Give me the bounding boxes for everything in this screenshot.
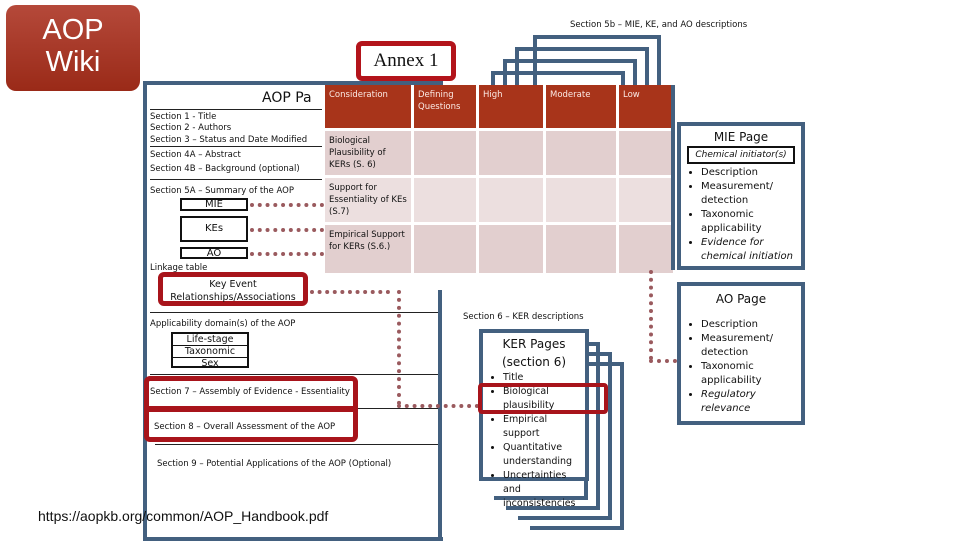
section-2: Section 2 - Authors [150, 123, 232, 133]
section-8: Section 8 – Overall Assessment of the AO… [154, 422, 336, 432]
kes-connector [250, 228, 324, 232]
consideration-table: Consideration Defining Questions High Mo… [322, 82, 676, 276]
aop-page-title: AOP Pa [262, 90, 312, 106]
ker-associations-box: Key Event Relationships/Associations [158, 272, 308, 306]
section-9: Section 9 – Potential Applications of th… [157, 459, 392, 469]
chemical-initiator-box: Chemical initiator(s) [687, 146, 795, 164]
logo-line-2: Wiki [45, 46, 101, 78]
ker-box-line-1: Key Event [209, 279, 257, 290]
mie-page: MIE Page Chemical initiator(s) Descripti… [677, 122, 805, 270]
list-item: Measurement/ detection [701, 180, 797, 208]
header-consideration: Consideration [325, 85, 411, 128]
mie-page-title: MIE Page [713, 130, 769, 144]
domain-sex: Sex [201, 358, 219, 369]
kes-box: KEs [180, 216, 248, 242]
divider [150, 109, 322, 110]
list-item: Taxonomic applicability [701, 360, 797, 388]
section-4a: Section 4A – Abstract [150, 150, 241, 160]
table-cell [479, 131, 543, 175]
handbook-url[interactable]: https://aopkb.org/common/AOP_Handbook.pd… [38, 508, 328, 524]
divider [150, 312, 438, 313]
table-cell [619, 225, 673, 273]
ao-box: AO [180, 247, 248, 259]
section-3: Section 3 – Status and Date Modified [150, 135, 308, 145]
list-item: Empirical support [503, 413, 581, 441]
table-cell [546, 131, 616, 175]
list-item: Uncertainties and inconsistencies [503, 469, 581, 511]
divider [150, 179, 322, 180]
mie-page-list: Description Measurement/ detection Taxon… [685, 166, 797, 264]
list-item: Description [701, 318, 797, 332]
table-cell [414, 178, 476, 222]
divider [150, 146, 322, 147]
header-low: Low [619, 85, 673, 128]
ao-page-list: Description Measurement/ detection Taxon… [685, 318, 797, 416]
table-cell: Biological Plausibility of KERs (S. 6) [325, 131, 411, 175]
table-cell [479, 178, 543, 222]
table-cell [414, 225, 476, 273]
ker-connector-v [397, 290, 401, 405]
list-item: Evidence for chemical initiation [701, 236, 797, 264]
ker-page-title: KER Pages [502, 337, 566, 351]
table-cell [546, 178, 616, 222]
domain-life-stage: Life-stage [173, 334, 247, 346]
table-row: Biological Plausibility of KERs (S. 6) [325, 131, 673, 175]
section-4b: Section 4B – Background (optional) [150, 164, 300, 174]
table-cell [619, 131, 673, 175]
table-cell [414, 131, 476, 175]
ker-connector-h1 [310, 290, 390, 294]
table-cell [619, 178, 673, 222]
section-5b-label: Section 5b – MIE, KE, and AO description… [570, 20, 748, 30]
header-defining-questions: Defining Questions [414, 85, 476, 128]
table-cell [546, 225, 616, 273]
ao-page: AO Page Description Measurement/ detecti… [677, 282, 805, 425]
ao-connector-v [649, 270, 653, 360]
list-item: Regulatory relevance [701, 388, 797, 416]
highlight-separator [148, 406, 354, 412]
ao-connector [250, 252, 324, 256]
section-5a: Section 5A – Summary of the AOP [150, 186, 294, 196]
table-header-row: Consideration Defining Questions High Mo… [325, 85, 673, 128]
ao-page-title: AO Page [715, 292, 767, 306]
ao-connector-h [649, 359, 677, 363]
header-moderate: Moderate [546, 85, 616, 128]
table-row: Empirical Support for KERs (S.6.) [325, 225, 673, 273]
applicability-label: Applicability domain(s) of the AOP [150, 319, 296, 329]
table-cell: Support for Essentiality of KEs (S.7) [325, 178, 411, 222]
ker-box-line-2: Relationships/Associations [170, 292, 296, 303]
aop-wiki-logo: AOP Wiki [6, 5, 140, 91]
table-cell [479, 225, 543, 273]
ker-section-label: Section 6 – KER descriptions [463, 312, 584, 322]
section-7: Section 7 – Assembly of Evidence - Essen… [150, 387, 350, 397]
mie-connector [250, 203, 324, 207]
divider [358, 408, 438, 409]
domain-table: Life-stage Taxonomic Sex [171, 332, 249, 369]
list-item: Measurement/ detection [701, 332, 797, 360]
stack-edge [671, 85, 675, 270]
domain-taxonomic: Taxonomic [173, 346, 247, 358]
table-row: Support for Essentiality of KEs (S.7) [325, 178, 673, 222]
header-high: High [479, 85, 543, 128]
aop-page-bottom-border [143, 537, 443, 541]
ker-evidence-highlight [478, 383, 608, 414]
mie-box: MIE [180, 198, 248, 211]
list-item: Taxonomic applicability [701, 208, 797, 236]
aop-page-right-border [438, 290, 442, 540]
divider [155, 444, 438, 445]
logo-line-1: AOP [42, 14, 104, 46]
divider [150, 374, 438, 375]
annex-1-label: Annex 1 [356, 41, 456, 81]
list-item: Description [701, 166, 797, 180]
list-item: Quantitative understanding [503, 441, 581, 469]
ker-page-subtitle: (section 6) [501, 355, 567, 369]
table-cell: Empirical Support for KERs (S.6.) [325, 225, 411, 273]
